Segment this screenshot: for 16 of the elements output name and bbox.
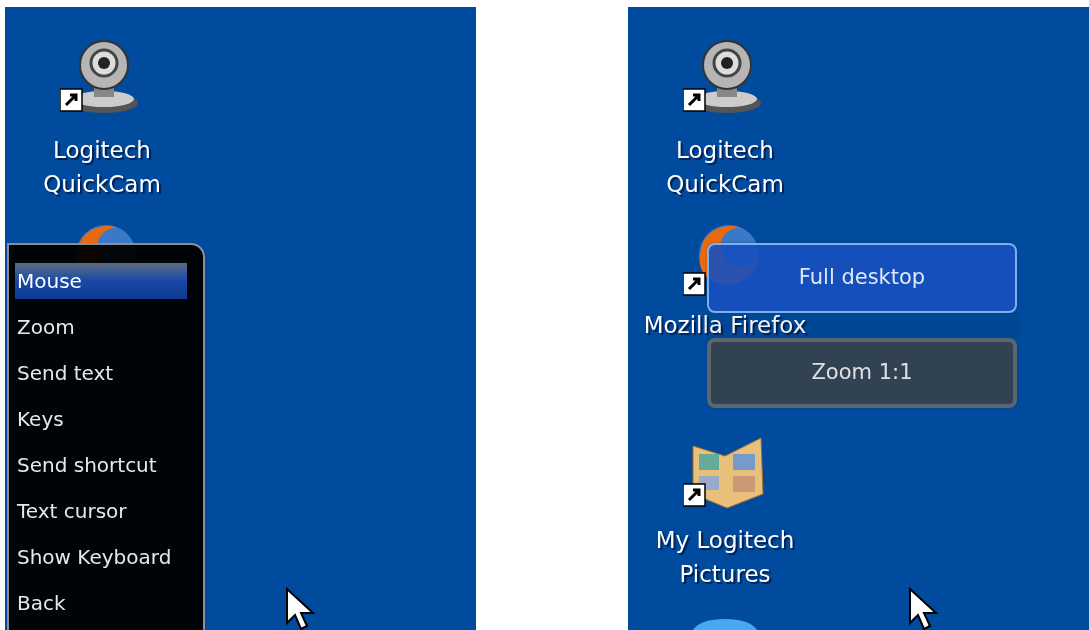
- mouse-pointer-icon: [285, 587, 317, 630]
- desktop-icon-label: My Logitech Pictures: [654, 526, 796, 589]
- menu-item[interactable]: Keys: [15, 401, 187, 437]
- menu-item[interactable]: Send text: [15, 355, 187, 391]
- zoom-option-button[interactable]: Full desktop: [707, 243, 1017, 313]
- mouse-pointer-icon: [908, 587, 940, 630]
- menu-item[interactable]: Text cursor: [15, 493, 187, 529]
- desktop-icon-label: Logitech QuickCam: [42, 136, 162, 199]
- desktop-icon-label: Mozilla Firefox: [642, 314, 808, 336]
- desktop-icon-label: Logitech QuickCam: [665, 136, 785, 199]
- menu-item[interactable]: Back: [15, 585, 187, 621]
- zoom-option-button[interactable]: Zoom 1:1: [707, 338, 1017, 408]
- menu-item[interactable]: Show Keyboard: [15, 539, 187, 575]
- menu-item[interactable]: Mouse: [15, 263, 187, 299]
- menu-item[interactable]: Send shortcut: [15, 447, 187, 483]
- menu-item[interactable]: Zoom: [15, 309, 187, 345]
